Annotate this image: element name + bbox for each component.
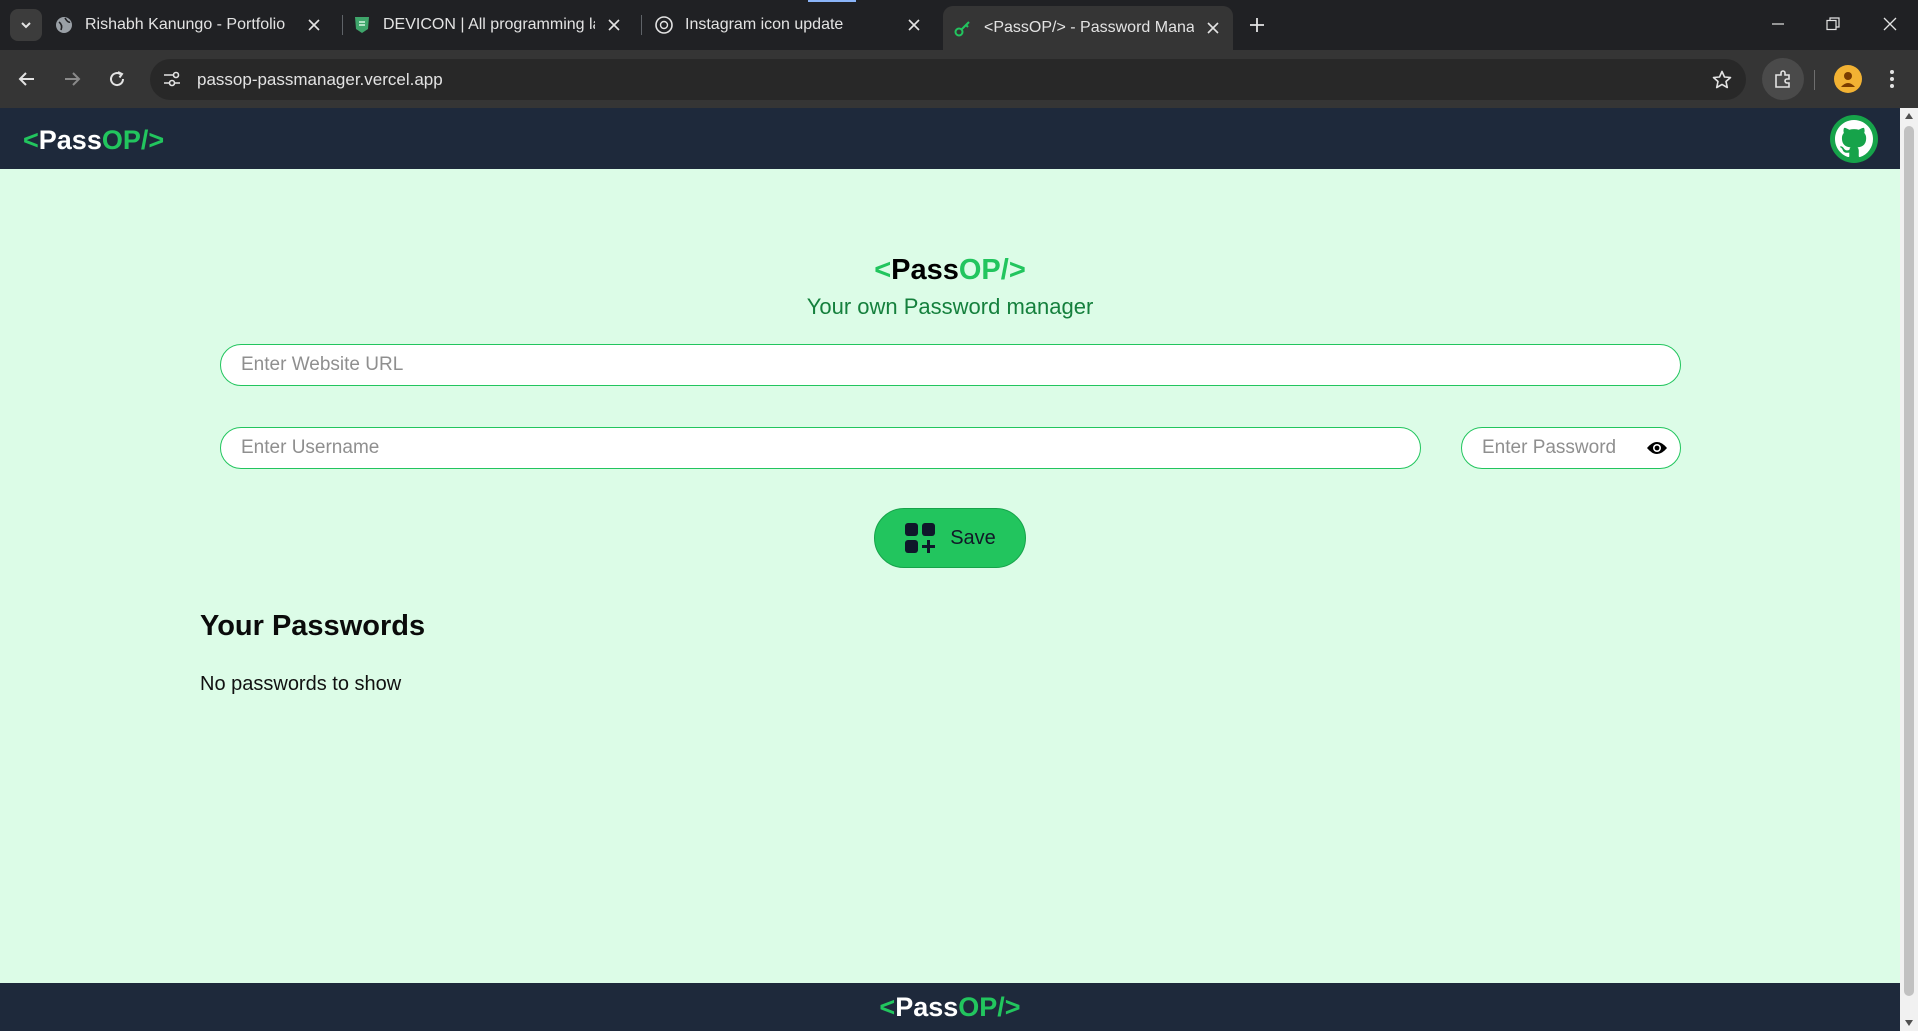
logo-pass-text: Pass — [38, 125, 102, 155]
tab-separator — [342, 15, 343, 35]
close-icon[interactable] — [904, 15, 924, 35]
site-info-icon[interactable] — [158, 65, 186, 93]
tab-instagram-icon-update[interactable]: Instagram icon update — [654, 0, 934, 50]
close-icon[interactable] — [304, 15, 324, 35]
hero-logo: <PassOP/> — [0, 254, 1900, 287]
arrow-left-icon — [18, 72, 34, 86]
tab-devicon[interactable]: DEVICON | All programming languages — [352, 0, 634, 50]
app-footer: <PassOP/> — [0, 983, 1900, 1031]
plus-icon — [1250, 18, 1264, 32]
close-icon — [1883, 17, 1897, 31]
github-button[interactable] — [1830, 115, 1878, 163]
scroll-up-arrow[interactable] — [1900, 108, 1918, 124]
tab-title: <PassOP/> - Password Manager — [984, 19, 1194, 36]
triangle-up-icon — [1905, 113, 1913, 119]
tab-loading-indicator — [808, 0, 856, 2]
tab-title: Rishabh Kanungo - Portfolio — [85, 16, 285, 33]
username-input[interactable] — [220, 427, 1421, 469]
reload-icon — [110, 71, 125, 87]
scroll-down-arrow[interactable] — [1900, 1015, 1918, 1031]
close-icon[interactable] — [604, 15, 624, 35]
avatar-icon — [1841, 72, 1855, 87]
globe-icon — [54, 15, 74, 35]
footer-logo: <PassOP/> — [0, 992, 1900, 1023]
arrow-right-icon — [65, 72, 81, 86]
save-button-label: Save — [950, 526, 996, 549]
address-bar[interactable]: passop-passmanager.vercel.app — [150, 59, 1746, 100]
browser-tab-strip: Rishabh Kanungo - Portfolio DEVICON | Al… — [0, 0, 1918, 50]
toolbar-separator — [1814, 70, 1815, 90]
password-field-wrapper — [1461, 427, 1681, 469]
logo-op-text: OP/ — [101, 125, 149, 155]
app-navbar: <PassOP/> — [0, 108, 1900, 169]
browser-menu-button[interactable] — [1880, 65, 1904, 93]
window-close-button[interactable] — [1878, 12, 1902, 36]
logo-open-bracket: < — [23, 125, 39, 155]
tab-passop-active[interactable]: <PassOP/> - Password Manager — [943, 6, 1233, 50]
browser-toolbar: passop-passmanager.vercel.app — [0, 50, 1918, 108]
logo-close-bracket: > — [148, 125, 165, 155]
page-viewport: <PassOP/> <PassOP/> Your own Password ma… — [0, 108, 1900, 1031]
puzzle-icon — [1775, 70, 1790, 88]
key-icon — [953, 18, 973, 38]
logo-open-bracket: < — [879, 992, 896, 1022]
github-icon — [1835, 120, 1873, 158]
tab-title: Instagram icon update — [685, 16, 844, 33]
chatgpt-icon — [654, 15, 674, 35]
restore-icon — [1826, 17, 1840, 31]
chevron-down-icon — [21, 22, 31, 29]
bookmark-star-icon[interactable] — [1710, 68, 1734, 92]
logo-close-bracket: > — [1004, 992, 1021, 1022]
logo-op-text: OP/ — [958, 992, 1005, 1022]
save-button[interactable]: Save — [874, 508, 1026, 568]
more-vertical-icon — [1890, 70, 1894, 88]
back-button[interactable] — [13, 65, 41, 93]
tab-separator — [641, 15, 642, 35]
restore-button[interactable] — [1821, 12, 1845, 36]
minimize-icon — [1772, 23, 1784, 25]
triangle-down-icon — [1905, 1020, 1913, 1026]
tab-title: DEVICON | All programming languages — [383, 16, 595, 33]
logo-close-bracket: > — [1008, 254, 1026, 286]
logo-pass-text: Pass — [891, 254, 959, 286]
url-text: passop-passmanager.vercel.app — [197, 70, 443, 89]
scrollbar-thumb[interactable] — [1904, 126, 1914, 996]
logo-op-text: OP/ — [958, 254, 1009, 286]
add-grid-icon — [905, 523, 936, 553]
website-url-input[interactable] — [220, 344, 1681, 386]
navbar-logo[interactable]: <PassOP/> — [23, 125, 164, 156]
page-scrollbar[interactable] — [1900, 108, 1918, 1031]
your-passwords-heading: Your Passwords — [200, 610, 426, 642]
new-tab-button[interactable] — [1245, 13, 1269, 37]
empty-passwords-message: No passwords to show — [200, 673, 402, 695]
forward-button[interactable] — [58, 65, 86, 93]
minimize-button[interactable] — [1766, 12, 1790, 36]
show-password-eye-icon[interactable] — [1645, 437, 1669, 459]
close-icon[interactable] — [1203, 18, 1223, 38]
reload-button[interactable] — [103, 65, 131, 93]
shield-icon — [352, 15, 372, 35]
tagline: Your own Password manager — [806, 294, 1094, 319]
extensions-button[interactable] — [1762, 58, 1804, 100]
profile-avatar[interactable] — [1834, 65, 1862, 93]
tab-search-button[interactable] — [10, 9, 42, 41]
logo-open-bracket: < — [874, 254, 892, 286]
logo-pass-text: Pass — [895, 992, 959, 1022]
tab-portfolio[interactable]: Rishabh Kanungo - Portfolio — [54, 0, 334, 50]
